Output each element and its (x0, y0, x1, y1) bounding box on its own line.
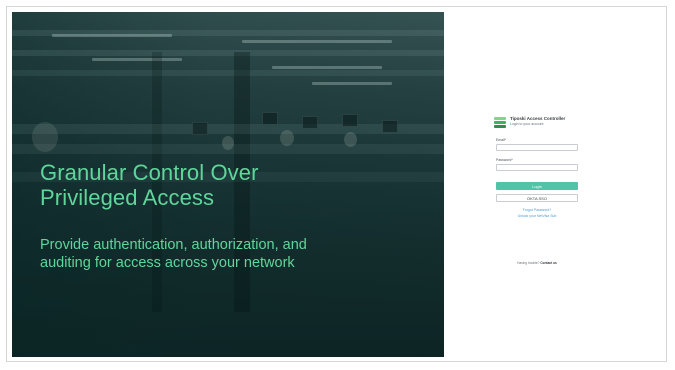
monitor (192, 122, 208, 135)
person (222, 136, 234, 150)
desk-row (12, 124, 444, 134)
ceiling-band (12, 70, 444, 76)
person (344, 132, 357, 147)
ceiling-light (52, 34, 172, 37)
unlock-account-link[interactable]: Unlock your NetVisa Sub (496, 214, 578, 218)
hero-headline-line2: Privileged Access (40, 185, 215, 210)
product-subtitle: Login to your account (510, 122, 544, 126)
forgot-password-link[interactable]: Forgot Password? (496, 208, 578, 212)
monitor (262, 112, 278, 125)
monitor (302, 116, 318, 129)
password-field[interactable] (496, 164, 578, 171)
hero-subline-line2: auditing for access across your network (40, 255, 295, 271)
hero-headline-line1: Granular Control Over (40, 160, 259, 185)
footer-note: Having trouble? Contact us (496, 261, 578, 265)
monitor (382, 120, 398, 133)
app-logo-icon (494, 117, 506, 129)
email-field[interactable] (496, 144, 578, 151)
footer-prefix: Having trouble? (517, 261, 540, 265)
person (32, 122, 58, 152)
contact-us-link[interactable]: Contact us (540, 261, 556, 265)
ceiling-band (12, 50, 444, 56)
hero-subline: Provide authentication, authorization, a… (40, 236, 400, 272)
hero-headline: Granular Control Over Privileged Access (40, 160, 370, 210)
email-label: Email* (496, 138, 507, 142)
product-name: Tiposki Access Controller (510, 116, 566, 121)
person (280, 130, 294, 146)
hero-subline-line1: Provide authentication, authorization, a… (40, 237, 307, 253)
brand: Tiposki Access Controller Login to your … (494, 116, 614, 132)
login-panel: Tiposki Access Controller Login to your … (444, 12, 663, 357)
ceiling-light (92, 58, 182, 61)
ceiling-light (272, 66, 382, 69)
ceiling-light (312, 82, 392, 85)
login-button[interactable]: Login (496, 182, 578, 190)
monitor (342, 114, 358, 127)
hero-panel: Granular Control Over Privileged Access … (12, 12, 444, 357)
password-label: Password* (496, 158, 513, 162)
ceiling-light (242, 40, 392, 43)
okta-sso-button[interactable]: OKTA SSO (496, 194, 578, 202)
browser-frame: Granular Control Over Privileged Access … (6, 6, 667, 362)
